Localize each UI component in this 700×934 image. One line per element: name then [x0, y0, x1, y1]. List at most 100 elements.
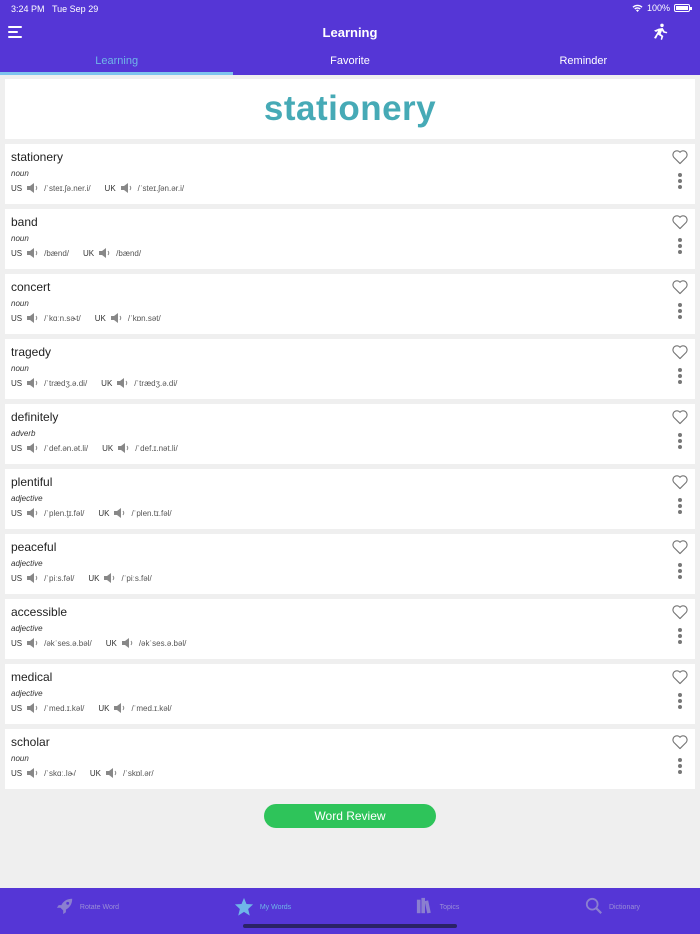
speaker-icon[interactable]: [27, 313, 39, 323]
featured-word: stationery: [263, 89, 437, 128]
part-of-speech: adjective: [11, 559, 43, 568]
more-options-icon[interactable]: [678, 368, 682, 384]
more-options-icon[interactable]: [678, 693, 682, 709]
speaker-icon[interactable]: [27, 768, 39, 778]
word-card[interactable]: peaceful adjective US/ˈpiːs.fəl/UK/ˈpiːs.f…: [5, 534, 695, 594]
us-pronunciation: /ˈsteɪ.ʃə.ner.i/: [44, 183, 91, 193]
heart-icon[interactable]: [671, 604, 689, 620]
more-options-icon[interactable]: [678, 628, 682, 644]
uk-pronunciation: /ˈpiːs.fəl/: [121, 573, 152, 583]
tab-favorite[interactable]: Favorite: [233, 46, 466, 75]
word-title: definitely: [11, 410, 59, 424]
speaker-icon[interactable]: [117, 378, 129, 388]
tab-rotate-word[interactable]: Rotate Word: [0, 888, 175, 934]
us-label: US: [11, 638, 23, 648]
tab-learning[interactable]: Learning: [0, 46, 234, 75]
top-tabs: Learning Favorite Reminder: [0, 46, 700, 75]
us-label: US: [11, 573, 23, 583]
speaker-icon[interactable]: [27, 573, 39, 583]
speaker-icon[interactable]: [114, 508, 126, 518]
wifi-icon: [632, 4, 643, 12]
word-title: accessible: [11, 605, 68, 619]
word-card[interactable]: medical adjective US/ˈmed.ɪ.kəl/UK/ˈmed.ɪ.…: [5, 664, 695, 724]
us-pronunciation: /ˈmed.ɪ.kəl/: [44, 703, 85, 713]
uk-pronunciation: /ˈskɒl.ər/: [122, 768, 154, 778]
more-options-icon[interactable]: [678, 758, 682, 774]
word-title: scholar: [11, 735, 50, 749]
part-of-speech: noun: [11, 169, 29, 178]
rocket-icon: [56, 898, 73, 915]
speaker-icon[interactable]: [27, 183, 39, 193]
uk-pronunciation: /ˈsteɪ.ʃən.ər.i/: [137, 183, 185, 193]
part-of-speech: adjective: [11, 624, 43, 633]
speaker-icon[interactable]: [27, 703, 39, 713]
speaker-icon[interactable]: [104, 573, 116, 583]
speaker-icon[interactable]: [105, 768, 118, 778]
us-label: US: [11, 508, 23, 518]
speaker-icon[interactable]: [27, 378, 39, 388]
word-title: plentiful: [11, 475, 53, 489]
part-of-speech: noun: [11, 234, 29, 243]
speaker-icon[interactable]: [27, 638, 39, 648]
heart-icon[interactable]: [671, 734, 689, 750]
speaker-icon[interactable]: [114, 703, 126, 713]
pronunciation-row: US/ˈplen.t̬ɪ.fəl/UK/ˈplen.tɪ.fəl/: [11, 508, 186, 518]
word-title: tragedy: [11, 345, 52, 359]
word-card[interactable]: concert noun US/ˈkɑːn.sɚt/UK/ˈkɒn.sət/: [5, 274, 695, 334]
us-pronunciation: /ˈpiːs.fəl/: [44, 573, 75, 583]
pronunciation-row: US/ˈdef.ən.ət.li/UK/ˈdef.ɪ.nət.li/: [11, 443, 192, 453]
word-card[interactable]: scholar noun US/ˈskɑː.lɚ/UK/ˈskɒl.ər/: [5, 729, 695, 789]
uk-pronunciation: /ˈdef.ɪ.nət.li/: [135, 443, 178, 453]
part-of-speech: adjective: [11, 494, 43, 503]
word-card[interactable]: tragedy noun US/ˈtrædʒ.ə.di/UK/ˈtrædʒ.ə.di…: [5, 339, 695, 399]
running-man-icon[interactable]: [652, 23, 668, 41]
tab-topics-label: Topics: [439, 904, 460, 911]
speaker-icon[interactable]: [110, 313, 123, 323]
tab-rotate-word-label: Rotate Word: [79, 904, 120, 911]
speaker-icon[interactable]: [121, 638, 134, 648]
word-title: band: [11, 215, 38, 229]
speaker-icon[interactable]: [120, 183, 133, 193]
more-options-icon[interactable]: [678, 433, 682, 449]
uk-label: UK: [104, 183, 116, 193]
part-of-speech: noun: [11, 364, 29, 373]
heart-icon[interactable]: [671, 279, 689, 295]
uk-pronunciation: /ˈplen.tɪ.fəl/: [131, 508, 172, 518]
word-card[interactable]: plentiful adjective US/ˈplen.t̬ɪ.fəl/UK/ˈp…: [5, 469, 695, 529]
status-right: 100%: [632, 3, 692, 13]
heart-icon[interactable]: [671, 214, 689, 230]
heart-icon[interactable]: [671, 149, 689, 165]
word-card[interactable]: accessible adjective US/əkˈses.ə.bəl/UK/ək…: [5, 599, 695, 659]
pronunciation-row: US/ˈskɑː.lɚ/UK/ˈskɒl.ər/: [11, 768, 168, 778]
speaker-icon[interactable]: [27, 508, 39, 518]
more-options-icon[interactable]: [678, 563, 682, 579]
battery-icon: [674, 4, 692, 12]
us-pronunciation: /əkˈses.ə.bəl/: [44, 638, 92, 648]
heart-icon[interactable]: [671, 539, 689, 555]
uk-label: UK: [94, 313, 106, 323]
heart-icon[interactable]: [671, 669, 689, 685]
heart-icon[interactable]: [671, 474, 689, 490]
pronunciation-row: US/ˈpiːs.fəl/UK/ˈpiːs.fəl/: [11, 573, 166, 583]
uk-pronunciation: /əkˈses.ə.bəl/: [138, 638, 187, 648]
pronunciation-row: US/əkˈses.ə.bəl/UK/əkˈses.ə.bəl/: [11, 638, 200, 648]
speaker-icon[interactable]: [27, 443, 39, 453]
word-review-button[interactable]: Word Review: [264, 804, 436, 828]
tab-reminder[interactable]: Reminder: [467, 46, 700, 75]
speaker-icon[interactable]: [99, 248, 111, 258]
heart-icon[interactable]: [671, 344, 689, 360]
tab-dictionary[interactable]: Dictionary: [525, 888, 700, 934]
word-card[interactable]: band noun US/bænd/UK/bænd/: [5, 209, 695, 269]
uk-pronunciation: /ˈmed.ɪ.kəl/: [131, 703, 172, 713]
more-options-icon[interactable]: [678, 238, 682, 254]
more-options-icon[interactable]: [678, 498, 682, 514]
word-card[interactable]: stationery noun US/ˈsteɪ.ʃə.ner.i/UK/ˈsteɪ…: [5, 144, 695, 204]
more-options-icon[interactable]: [678, 303, 682, 319]
word-card[interactable]: definitely adverb US/ˈdef.ən.ət.li/UK/ˈdef…: [5, 404, 695, 464]
speaker-icon[interactable]: [118, 443, 130, 453]
heart-icon[interactable]: [671, 409, 689, 425]
more-options-icon[interactable]: [678, 173, 682, 189]
speaker-icon[interactable]: [27, 248, 39, 258]
status-time: 3:24 PM: [11, 4, 45, 14]
uk-label: UK: [101, 378, 113, 388]
